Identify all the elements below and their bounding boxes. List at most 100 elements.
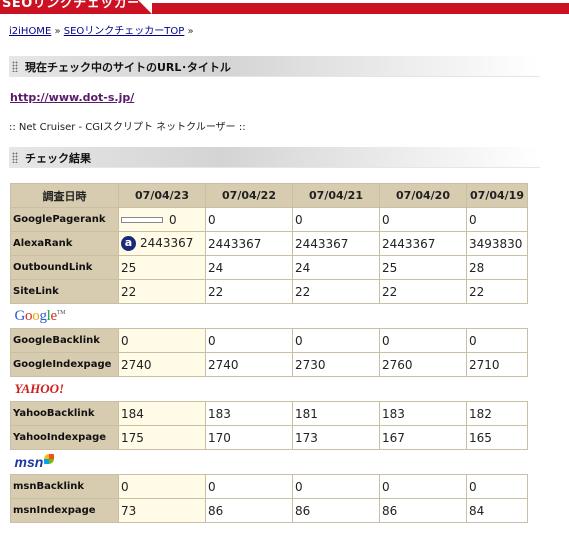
table-cell: 165: [466, 425, 528, 450]
yahoo-logo-row: YAHOO!: [10, 376, 528, 402]
table-row-yahoo-backlink: YahooBacklink 184 183 181 183 182: [10, 401, 528, 426]
table-cell: 173: [292, 425, 380, 450]
header-date: 07/04/20: [379, 183, 467, 208]
table-cell: 22: [118, 279, 206, 304]
table-cell: 24: [205, 255, 293, 280]
header-date: 07/04/19: [466, 183, 528, 208]
checked-site-url-link[interactable]: http://www.dot-s.jp/: [10, 91, 134, 104]
table-cell: 0: [205, 328, 293, 353]
table-cell: 22: [379, 279, 467, 304]
header-date-label: 調査日時: [10, 183, 119, 208]
table-cell: 2760: [379, 352, 467, 377]
yahoo-logo-icon: YAHOO!: [14, 381, 65, 396]
table-cell: 0: [466, 328, 528, 353]
table-cell: 0: [205, 207, 293, 232]
table-cell: 170: [205, 425, 293, 450]
header-tab-notch: [138, 0, 152, 14]
cell-value: 2443367: [140, 236, 194, 250]
table-row-yahoo-indexpage: YahooIndexpage 175 170 173 167 165: [10, 425, 528, 450]
table-cell: 22: [292, 279, 380, 304]
row-label: YahooBacklink: [10, 401, 119, 426]
table-cell: 167: [379, 425, 467, 450]
msn-butterfly-icon: [44, 454, 55, 464]
breadcrumb-link-top[interactable]: SEOリンクチェッカーTOP: [64, 26, 185, 37]
table-row-msn-indexpage: msnIndexpage 73 86 86 86 84: [10, 498, 528, 523]
checked-site-title: :: Net Cruiser - CGIスクリプト ネットクルーザー ::: [9, 122, 246, 133]
table-header-row: 調査日時 07/04/23 07/04/22 07/04/21 07/04/20…: [10, 183, 528, 208]
table-cell: 0: [118, 328, 206, 353]
row-label: msnBacklink: [10, 474, 119, 499]
section-title: 現在チェック中のサイトのURL･タイトル: [25, 61, 231, 74]
msn-logo-row: msn: [10, 449, 528, 475]
msn-logo: msn: [10, 449, 528, 475]
results-table: 調査日時 07/04/23 07/04/22 07/04/21 07/04/20…: [10, 183, 528, 523]
table-cell: 22: [466, 279, 528, 304]
table-cell: 0: [379, 328, 467, 353]
header-date: 07/04/23: [118, 183, 206, 208]
table-cell: 86: [292, 498, 380, 523]
app-title: SEOリンクチェッカー: [2, 0, 141, 11]
grip-dots-icon: [12, 152, 18, 163]
breadcrumb-separator: »: [54, 26, 61, 37]
table-cell: 182: [466, 401, 528, 426]
row-label: OutboundLink: [10, 255, 119, 280]
row-label: YahooIndexpage: [10, 425, 119, 450]
table-cell: 28: [466, 255, 528, 280]
pagerank-bar-icon: [121, 217, 163, 223]
row-label: msnIndexpage: [10, 498, 119, 523]
app-header-bar: SEOリンクチェッカー: [0, 0, 569, 14]
header-edge: [152, 0, 569, 3]
alexa-icon[interactable]: a: [121, 236, 136, 251]
table-cell: 2443367: [205, 231, 293, 256]
table-cell: 22: [205, 279, 293, 304]
section-title: チェック結果: [25, 152, 91, 165]
table-cell: 3493830: [466, 231, 528, 256]
table-cell: 25: [379, 255, 467, 280]
table-cell: 181: [292, 401, 380, 426]
row-label: GooglePagerank: [10, 207, 119, 232]
msn-logo-text: msn: [14, 454, 44, 470]
table-cell: 0: [292, 328, 380, 353]
table-row-google-pagerank: GooglePagerank 0 0 0 0 0: [10, 207, 528, 232]
google-logo: GoogleTM: [10, 303, 528, 329]
table-cell: 183: [379, 401, 467, 426]
table-cell: 0: [379, 207, 467, 232]
breadcrumb-separator: »: [187, 26, 194, 37]
table-cell: 175: [118, 425, 206, 450]
table-cell: 25: [118, 255, 206, 280]
table-cell: a 2443367: [118, 231, 206, 256]
grip-dots-icon: [12, 61, 18, 72]
yahoo-logo: YAHOO!: [10, 376, 528, 402]
table-cell: 2710: [466, 352, 528, 377]
table-cell: 2740: [205, 352, 293, 377]
table-row-msn-backlink: msnBacklink 0 0 0 0 0: [10, 474, 528, 499]
table-cell: 2443367: [292, 231, 380, 256]
table-cell: 183: [205, 401, 293, 426]
header-date: 07/04/22: [205, 183, 293, 208]
table-cell: 84: [466, 498, 528, 523]
section-header-current-site: 現在チェック中のサイトのURL･タイトル: [9, 56, 540, 77]
cell-value: 0: [169, 212, 177, 227]
table-cell: 0: [292, 474, 380, 499]
msn-logo-icon: msn: [15, 454, 55, 470]
table-cell: 0: [118, 474, 206, 499]
table-cell: 86: [205, 498, 293, 523]
table-cell: 2443367: [379, 231, 467, 256]
row-label: AlexaRank: [10, 231, 119, 256]
table-cell: 0: [205, 474, 293, 499]
row-label: GoogleIndexpage: [10, 352, 119, 377]
section-header-results: チェック結果: [9, 147, 540, 168]
table-cell: 0: [379, 474, 467, 499]
google-logo-row: GoogleTM: [10, 303, 528, 329]
table-cell: 184: [118, 401, 206, 426]
table-cell: 0: [118, 207, 206, 232]
table-row-site-link: SiteLink 22 22 22 22 22: [10, 279, 528, 304]
header-date: 07/04/21: [292, 183, 380, 208]
breadcrumb: i2iHOME » SEOリンクチェッカーTOP »: [9, 22, 194, 37]
table-cell: 2740: [118, 352, 206, 377]
breadcrumb-link-home[interactable]: i2iHOME: [9, 26, 51, 37]
row-label: GoogleBacklink: [10, 328, 119, 353]
table-cell: 24: [292, 255, 380, 280]
table-row-google-backlink: GoogleBacklink 0 0 0 0 0: [10, 328, 528, 353]
google-logo-icon: GoogleTM: [14, 307, 66, 324]
